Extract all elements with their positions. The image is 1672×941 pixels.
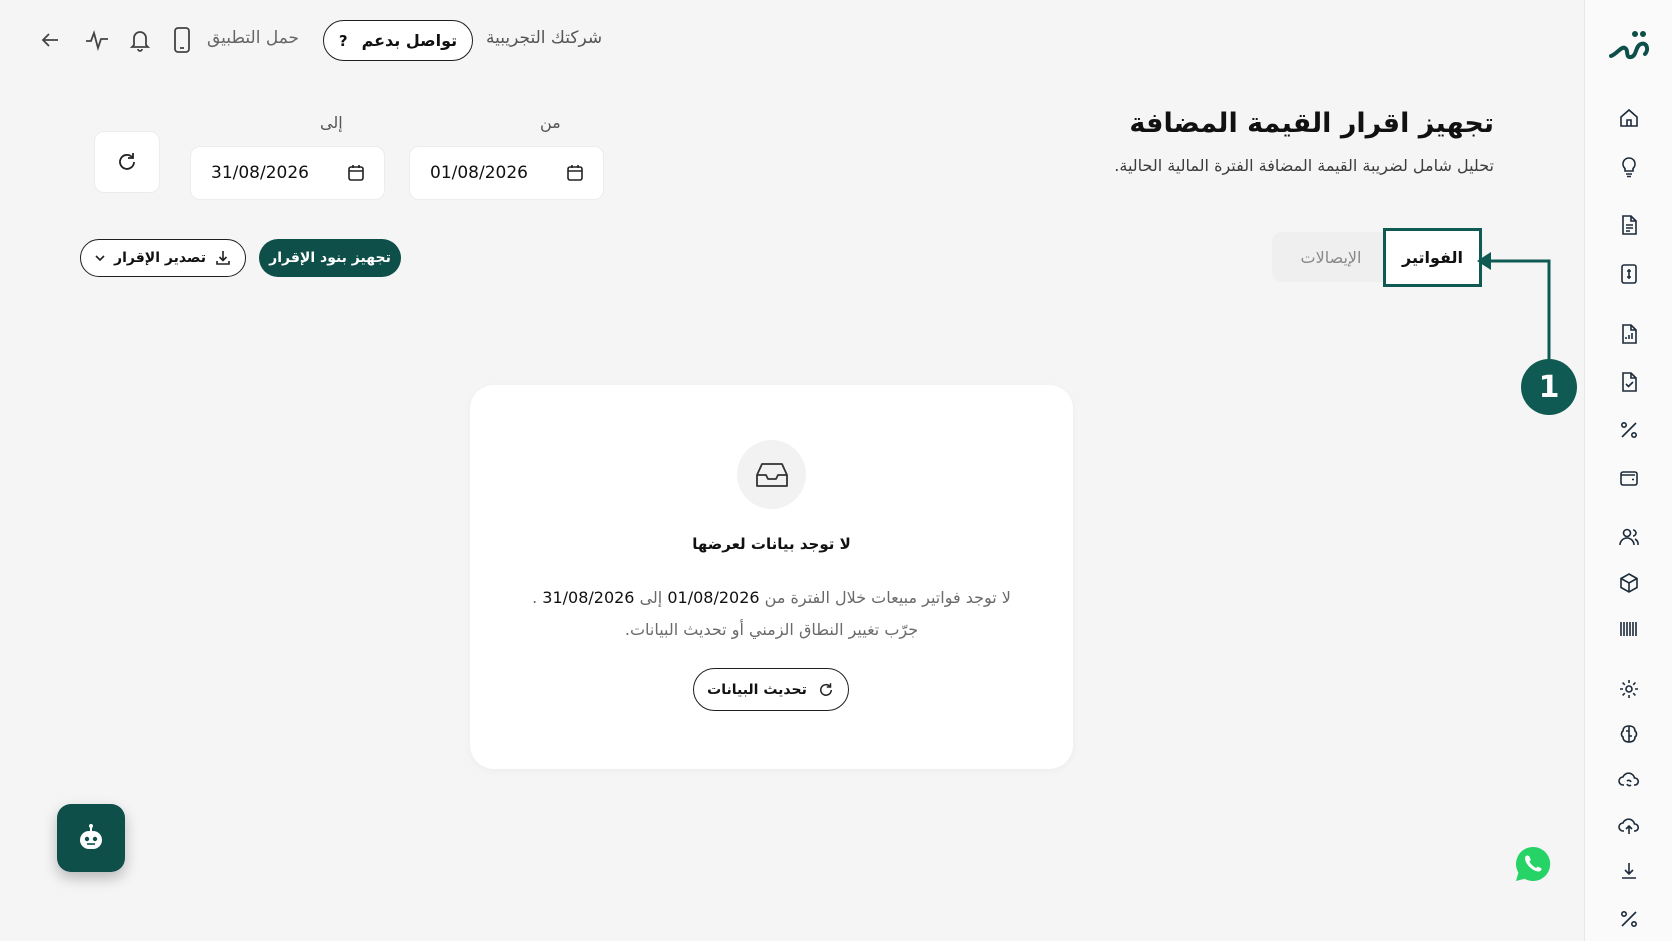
empty-state-message: لا توجد فواتير مبيعات خلال الفترة من 01/…: [470, 582, 1073, 646]
calendar-icon: [565, 163, 585, 183]
page-subtitle: تحليل شامل لضريبة القيمة المضافة الفترة …: [1114, 156, 1494, 175]
msg-from-date: 01/08/2026: [667, 588, 760, 607]
invoice-icon[interactable]: [1617, 262, 1641, 286]
page-title: تجهيز اقرار القيمة المضافة: [1129, 108, 1494, 139]
msg-end: .: [532, 588, 538, 607]
empty-state-title: لا توجد بيانات لعرضها: [692, 535, 851, 553]
cloud-upload-icon[interactable]: [1617, 814, 1641, 838]
msg-line2: جرّب تغيير النطاق الزمني أو تحديث البيان…: [624, 620, 919, 639]
phone-icon[interactable]: [172, 26, 192, 54]
refresh-button[interactable]: [94, 131, 160, 193]
company-name[interactable]: شركتك التجريبية: [486, 28, 602, 48]
brain-icon[interactable]: [1617, 722, 1641, 746]
annotation-arrow: [1477, 252, 1551, 361]
lightbulb-icon[interactable]: [1617, 155, 1641, 179]
download-icon: [214, 249, 232, 267]
from-date-label: من: [540, 113, 561, 132]
barcode-icon[interactable]: [1617, 617, 1641, 641]
to-date-input[interactable]: 31/08/2026: [190, 146, 385, 200]
tab-invoices[interactable]: الفواتير: [1383, 228, 1482, 287]
brand-logo[interactable]: [1605, 24, 1653, 68]
help-icon: ?: [338, 31, 348, 50]
bell-icon[interactable]: [128, 27, 152, 53]
reload-label: تحديث البيانات: [707, 681, 807, 698]
box-icon[interactable]: [1617, 571, 1641, 595]
calendar-icon: [346, 163, 366, 183]
empty-state-card: لا توجد بيانات لعرضها لا توجد فواتير مبي…: [470, 385, 1073, 769]
settings-icon[interactable]: [1617, 677, 1641, 701]
msg-mid: إلى: [639, 588, 663, 607]
sidebar: [1584, 0, 1672, 941]
to-date-value: 31/08/2026: [211, 163, 309, 183]
robot-icon: [76, 823, 106, 853]
home-icon[interactable]: [1617, 106, 1641, 130]
document-icon[interactable]: [1617, 213, 1641, 237]
support-button[interactable]: ? تواصل بدعم: [323, 20, 473, 61]
report-icon[interactable]: [1617, 322, 1641, 346]
activity-icon[interactable]: [84, 28, 110, 52]
whatsapp-icon[interactable]: [1514, 845, 1552, 883]
users-icon[interactable]: [1617, 525, 1641, 549]
download-icon[interactable]: [1617, 859, 1641, 883]
file-check-icon[interactable]: [1617, 370, 1641, 394]
wallet-icon[interactable]: [1617, 466, 1641, 490]
annotation-marker: 1: [1521, 359, 1577, 415]
chatbot-button[interactable]: [57, 804, 125, 872]
chevron-down-icon: [94, 252, 106, 264]
percent-icon[interactable]: [1617, 418, 1641, 442]
from-date-input[interactable]: 01/08/2026: [409, 146, 604, 200]
export-return-button[interactable]: تصدير الإقرار: [80, 239, 246, 277]
export-label: تصدير الإقرار: [114, 250, 206, 266]
percent-icon-2[interactable]: [1617, 907, 1641, 931]
refresh-icon: [115, 150, 139, 174]
back-arrow-icon[interactable]: [38, 28, 62, 52]
refresh-icon: [817, 681, 835, 699]
msg-prefix: لا توجد فواتير مبيعات خلال الفترة من: [764, 588, 1011, 607]
to-date-label: إلى: [320, 113, 343, 132]
from-date-value: 01/08/2026: [430, 163, 528, 183]
msg-to-date: 31/08/2026: [542, 588, 635, 607]
tab-receipts[interactable]: الإيصالات: [1286, 236, 1376, 278]
prepare-return-items-button[interactable]: تجهيز بنود الإقرار: [259, 239, 401, 277]
reload-data-button[interactable]: تحديث البيانات: [693, 668, 849, 711]
support-label: تواصل بدعم: [361, 31, 458, 50]
inbox-icon: [737, 440, 806, 509]
download-app-link[interactable]: حمل التطبيق: [207, 28, 299, 48]
cloud-sync-icon[interactable]: [1617, 768, 1641, 792]
